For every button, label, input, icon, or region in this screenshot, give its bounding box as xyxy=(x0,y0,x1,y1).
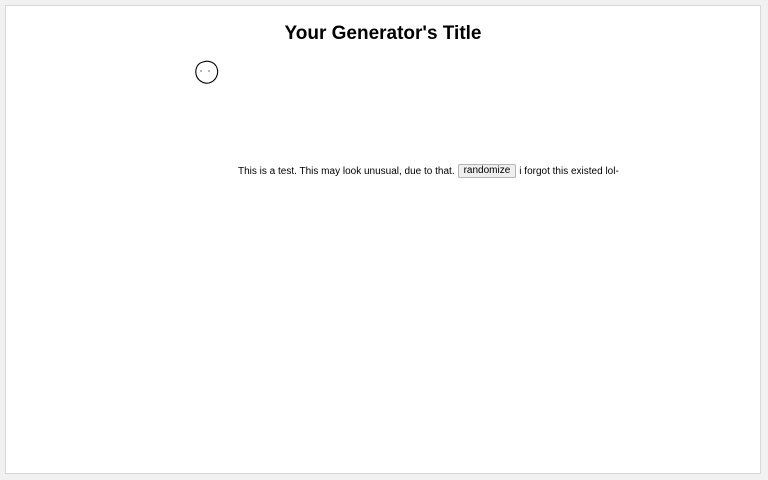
doodle-face-icon xyxy=(194,59,220,85)
doodle-outline xyxy=(195,60,219,84)
page-title: Your Generator's Title xyxy=(284,23,482,44)
doodle-eye-right xyxy=(208,70,210,72)
test-text-after: i forgot this existed lol- xyxy=(519,165,619,177)
doodle-eye-left xyxy=(200,70,202,72)
test-text-before: This is a test. This may look unusual, d… xyxy=(238,165,455,177)
test-line: This is a test. This may look unusual, d… xyxy=(238,164,619,178)
doodle-face-drawing xyxy=(195,60,219,84)
page-frame: Your Generator's Title This is a test. T… xyxy=(5,5,761,474)
randomize-button[interactable]: randomize xyxy=(457,164,517,178)
